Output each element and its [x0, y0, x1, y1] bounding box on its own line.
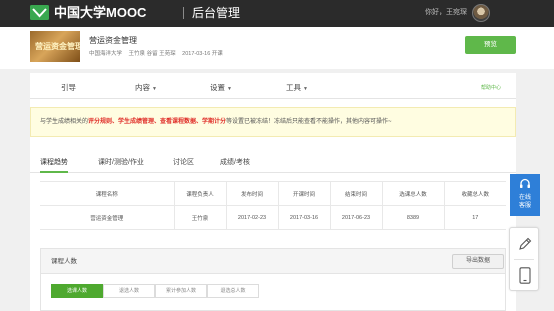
col-publish-time: 发布时间	[226, 181, 279, 206]
tab-course-trend[interactable]: 课程趋势	[40, 155, 68, 173]
cell-start-time: 2017-03-16	[278, 205, 331, 230]
nav-settings[interactable]: 设置 ▼	[210, 77, 232, 99]
main-panel: 引导 内容 ▼ 设置 ▼ 工具 ▼ 帮助中心 与学生成绩相关的评分规则、学生成绩管理、…	[30, 73, 516, 311]
nav-guide[interactable]: 引导	[61, 77, 76, 99]
segment-dropped-total[interactable]: 退选总人数	[207, 284, 259, 298]
course-header: 营运资金管理 营运资金管理 中国海洋大学 王竹泉 谷留 王苑琛 2017-03-…	[0, 27, 554, 69]
course-count-title: 课程人数	[51, 258, 77, 265]
cell-course-name: 营运资金管理	[40, 205, 175, 230]
mooc-logo-icon[interactable]	[30, 5, 49, 20]
logo-divider	[183, 7, 184, 19]
notice-prefix: 与学生成绩相关的	[40, 119, 89, 125]
mobile-phone-icon[interactable]	[519, 267, 531, 284]
cell-favorite-total: 17	[444, 205, 506, 230]
course-title: 营运资金管理	[89, 36, 137, 45]
course-stats-table: 课程名称 课程负责人 发布时间 开课时间 结束时间 选课总人数 收藏总人数 营运…	[40, 181, 506, 230]
segment-cumulative[interactable]: 累计参加人数	[155, 284, 207, 298]
service-label-line1: 在线	[518, 195, 531, 201]
side-tools-divider	[514, 259, 534, 260]
cell-owner: 王竹泉	[174, 205, 227, 230]
side-tools	[509, 227, 539, 291]
chevron-down-icon: ▼	[152, 86, 157, 92]
freeze-notice: 与学生成绩相关的评分规则、学生成绩管理、查看课程数据、学期计分等设置已被冻结！冻…	[30, 107, 516, 137]
tab-forum[interactable]: 讨论区	[173, 155, 194, 173]
course-count-header: 课程人数 导出数据	[41, 249, 505, 274]
service-label-line2: 客服	[518, 203, 531, 209]
nav-settings-label: 设置	[210, 83, 225, 92]
chevron-down-icon: ▼	[303, 86, 308, 92]
nav-tools-label: 工具	[286, 83, 301, 92]
nav-tools[interactable]: 工具 ▼	[286, 77, 308, 99]
preview-button[interactable]: 预览	[465, 36, 516, 54]
top-bar: 中国大学MOOC 后台管理 你好，王宛琛	[0, 0, 554, 27]
cell-end-time: 2017-06-23	[330, 205, 383, 230]
nav-content-label: 内容	[135, 83, 150, 92]
tab-lessons-quizzes[interactable]: 课时/测验/作业	[98, 155, 144, 173]
col-start-time: 开课时间	[278, 181, 331, 206]
cell-enroll-total: 8389	[382, 205, 445, 230]
online-service-button[interactable]: 在线 客服	[510, 174, 540, 216]
col-owner: 课程负责人	[174, 181, 227, 206]
nav-content[interactable]: 内容 ▼	[135, 77, 157, 99]
course-thumbnail-text: 营运资金管理	[35, 42, 80, 51]
data-tabs: 课程趋势 课时/测验/作业 讨论区 成绩/考核	[30, 155, 516, 173]
table-header-row: 课程名称 课程负责人 发布时间 开课时间 结束时间 选课总人数 收藏总人数	[40, 181, 506, 206]
cell-publish-time: 2017-02-23	[226, 205, 279, 230]
segment-enrolled[interactable]: 选课人数	[51, 284, 103, 298]
col-course-name: 课程名称	[40, 181, 175, 206]
course-thumbnail: 营运资金管理	[30, 31, 80, 62]
nav-guide-label: 引导	[61, 83, 76, 92]
site-logo-text[interactable]: 中国大学MOOC	[54, 4, 146, 22]
course-nav: 引导 内容 ▼ 设置 ▼ 工具 ▼ 帮助中心	[30, 77, 516, 99]
pencil-icon[interactable]	[518, 237, 532, 251]
notice-highlight: 评分规则、学生成绩管理、查看课程数据、学期计分	[88, 119, 227, 125]
user-greeting[interactable]: 你好，王宛琛	[425, 8, 467, 18]
course-school: 中国海洋大学	[89, 51, 123, 57]
course-teachers: 王竹泉 谷留 王苑琛	[128, 51, 176, 57]
segment-dropped[interactable]: 退选人数	[103, 284, 155, 298]
course-start-date: 2017-03-16 开课	[182, 51, 223, 57]
tab-grades[interactable]: 成绩/考核	[220, 155, 250, 173]
chevron-down-icon: ▼	[227, 86, 232, 92]
avatar[interactable]	[472, 4, 490, 22]
col-enroll-total: 选课总人数	[382, 181, 445, 206]
col-end-time: 结束时间	[330, 181, 383, 206]
course-meta: 中国海洋大学 王竹泉 谷留 王苑琛 2017-03-16 开课	[89, 50, 228, 58]
col-favorite-total: 收藏总人数	[444, 181, 506, 206]
course-count-panel: 课程人数 导出数据 选课人数 退选人数 累计参加人数 退选总人数	[40, 248, 506, 311]
export-data-button[interactable]: 导出数据	[452, 254, 504, 269]
table-row: 营运资金管理 王竹泉 2017-02-23 2017-03-16 2017-06…	[40, 205, 506, 230]
notice-suffix: 等设置已被冻结！冻结后只能查看不能操作，其他内容可操作~	[226, 119, 392, 125]
admin-title: 后台管理	[192, 6, 241, 20]
help-center-link[interactable]: 帮助中心	[481, 77, 501, 99]
headset-icon	[520, 178, 530, 188]
